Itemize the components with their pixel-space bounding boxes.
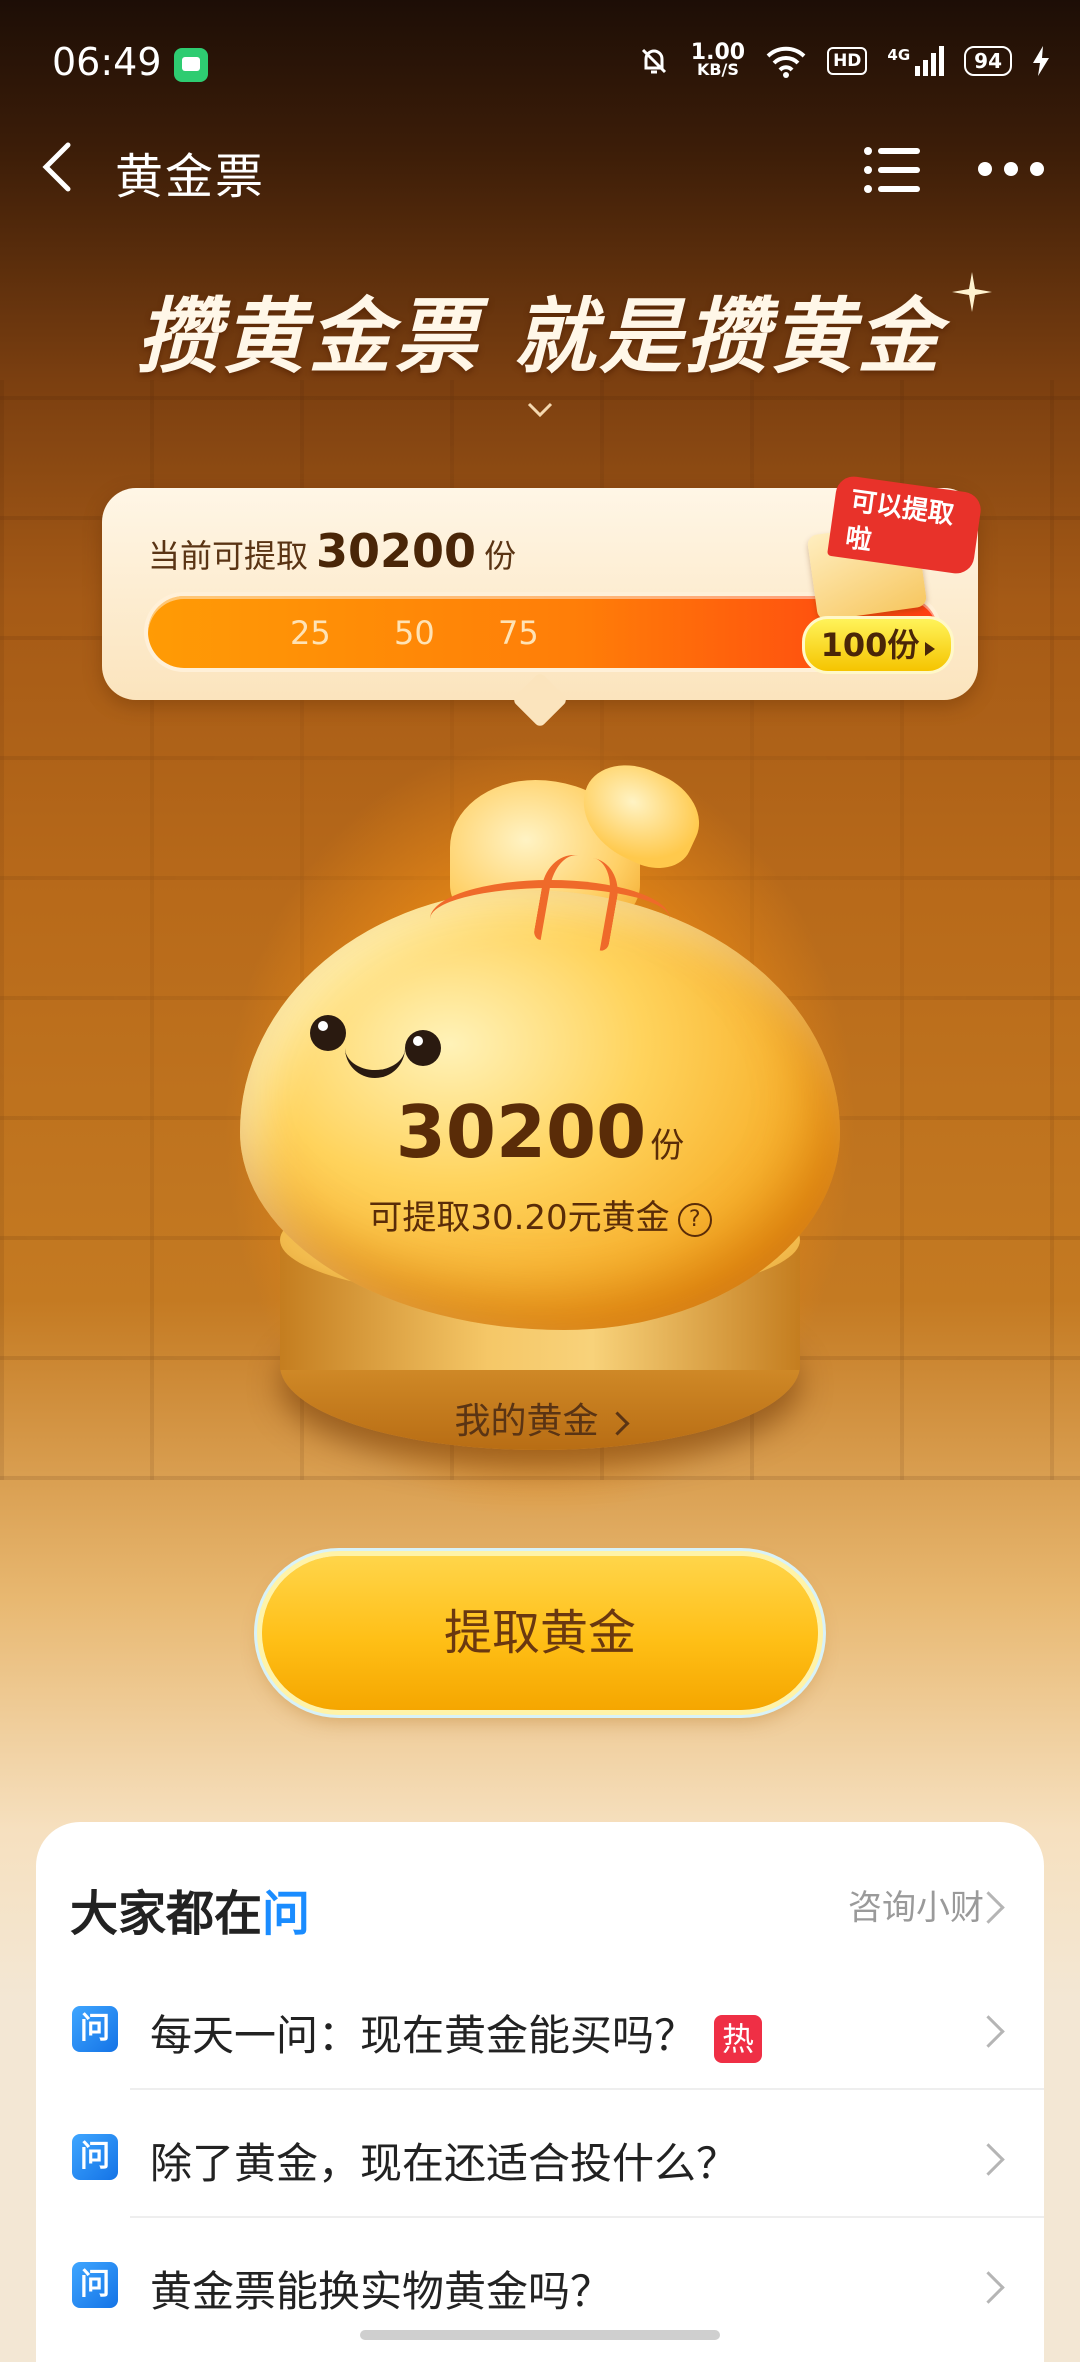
network-speed-unit: KB/S <box>696 60 739 79</box>
gold-value-text: 可提取30.20元黄金? <box>240 1190 840 1239</box>
faq-item[interactable]: 问 黄金票能换实物黄金吗？ <box>36 2218 1044 2346</box>
progress-tick: 25 <box>290 614 331 652</box>
gold-value-label: 可提取30.20元黄金 <box>368 1198 670 1238</box>
faq-card: 大家都在问 咨询小财 问 每天一问：现在黄金能买吗？热 问 除了黄金，现在还适合… <box>36 1822 1044 2362</box>
cellular-signal-icon: 4G <box>887 46 945 76</box>
back-arrow-icon[interactable] <box>34 137 84 197</box>
chevron-right-icon <box>604 1410 630 1436</box>
gold-bag-illustration: 30200 份 可提取30.20元黄金? 我的黄金 <box>240 748 840 1480</box>
faq-title: 大家都在问 <box>70 1874 310 1944</box>
gold-amount: 30200 份 <box>240 1090 840 1174</box>
network-speed-value: 1.00 <box>690 40 746 65</box>
gold-amount-unit: 份 <box>650 1126 685 1166</box>
hot-badge: 热 <box>714 2014 763 2063</box>
progress-label-prefix: 当前可提取 <box>148 537 309 575</box>
question-icon: 问 <box>72 2262 118 2308</box>
progress-tick: 50 <box>394 614 435 652</box>
bell-muted-icon <box>641 48 666 74</box>
my-gold-label: 我的黄金 <box>454 1401 599 1442</box>
network-type: 4G <box>887 46 911 64</box>
question-icon: 问 <box>72 2134 118 2180</box>
list-menu-icon[interactable] <box>862 145 922 195</box>
faq-title-highlight: 问 <box>262 1886 311 1942</box>
chevron-right-icon <box>972 2015 1005 2048</box>
faq-item-text: 每天一问：现在黄金能买吗？ 热 <box>150 2002 763 2063</box>
status-time: 06:49 <box>52 40 162 84</box>
faq-item-label: 黄金票能换实物黄金吗？ <box>150 2267 613 2316</box>
consult-link[interactable]: 咨询小财 <box>848 1880 984 1929</box>
charging-icon <box>1033 46 1049 76</box>
status-bar: 06:49 1.00 KB/S HD 4G 94 <box>0 0 1080 130</box>
nav-bar: 黄金票 <box>0 125 1080 215</box>
message-notification-icon <box>174 48 208 82</box>
faq-item[interactable]: 问 除了黄金，现在还适合投什么？ <box>36 2090 1044 2218</box>
gold-amount-value: 30200 <box>395 1090 647 1174</box>
faq-item-label: 除了黄金，现在还适合投什么？ <box>150 2139 739 2188</box>
chevron-right-icon <box>972 2143 1005 2176</box>
wifi-icon <box>766 46 806 78</box>
my-gold-link[interactable]: 我的黄金 <box>240 1392 840 1444</box>
chevron-right-icon <box>972 2271 1005 2304</box>
bag-eye-right <box>405 1030 441 1066</box>
progress-amount: 30200 <box>316 524 477 578</box>
progress-tick: 75 <box>498 614 539 652</box>
chevron-down-icon[interactable] <box>526 400 554 420</box>
sparkle-icon <box>952 272 992 312</box>
progress-label: 当前可提取 30200 份 <box>148 524 516 578</box>
withdraw-gold-button[interactable]: 提取黄金 <box>262 1556 818 1710</box>
home-indicator[interactable] <box>360 2330 720 2340</box>
faq-item[interactable]: 问 每天一问：现在黄金能买吗？ 热 <box>36 1962 1044 2090</box>
faq-item-label: 每天一问：现在黄金能买吗？ <box>150 2011 697 2060</box>
status-icons: 1.00 KB/S HD 4G 94 <box>637 40 1050 79</box>
promo-headline: 攒黄金票 就是攒黄金 <box>136 290 944 385</box>
consult-label: 咨询小财 <box>848 1888 984 1928</box>
bag-eye-left <box>310 1015 346 1051</box>
withdraw-progress-card[interactable]: 当前可提取 30200 份 25 50 75 可以提取啦 100份 <box>102 474 983 700</box>
progress-unit: 份 <box>484 537 517 575</box>
more-options-icon[interactable] <box>978 157 1044 181</box>
network-speed: 1.00 KB/S <box>690 40 746 79</box>
hd-voice-icon: HD <box>827 47 868 75</box>
question-icon: 问 <box>72 2006 118 2052</box>
battery-level: 94 <box>964 46 1012 76</box>
page-title: 黄金票 <box>115 149 266 205</box>
progress-goal-label: 100份 <box>820 626 920 664</box>
progress-goal-button[interactable]: 100份 <box>802 616 954 674</box>
faq-title-main: 大家都在 <box>70 1886 263 1942</box>
help-icon[interactable]: ? <box>677 1202 712 1237</box>
